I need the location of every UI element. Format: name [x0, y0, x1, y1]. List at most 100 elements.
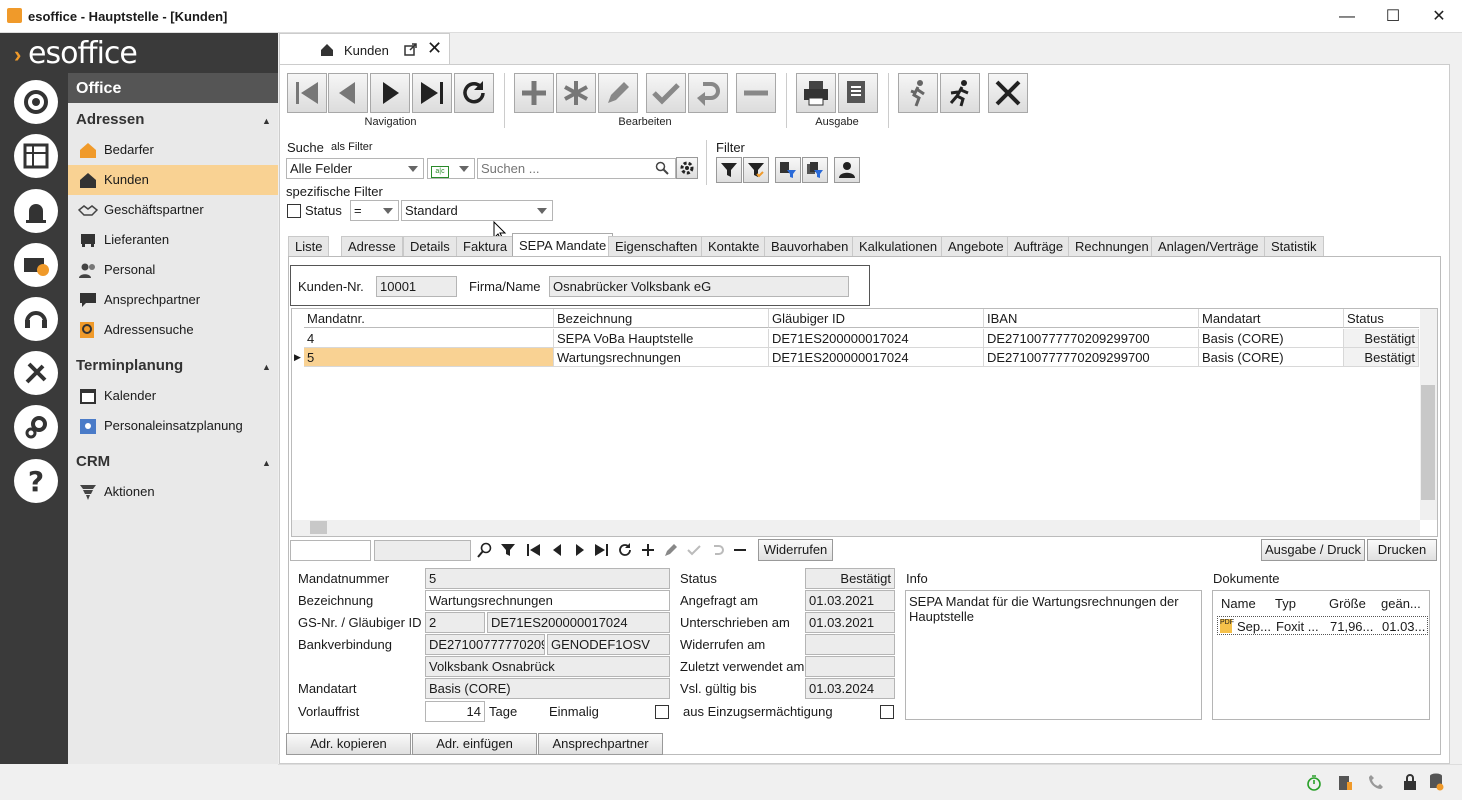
adr-einfuegen-button[interactable]: Adr. einfügen [412, 733, 537, 755]
doc-column-typ[interactable]: Typ [1275, 596, 1296, 611]
finance-module-icon[interactable] [14, 243, 58, 287]
tab-eigenschaften[interactable]: Eigenschaften [608, 236, 705, 256]
previous-icon[interactable] [550, 542, 564, 558]
copy-record-button[interactable] [556, 73, 596, 113]
einzug-checkbox[interactable] [880, 705, 894, 719]
search-icon[interactable] [655, 161, 669, 175]
previous-record-button[interactable] [328, 73, 368, 113]
column-header-mandatart[interactable]: Mandatart [1199, 309, 1344, 328]
bic-field[interactable]: GENODEF1OSV [547, 634, 670, 655]
tab-statistik[interactable]: Statistik [1264, 236, 1324, 256]
cell-status[interactable]: Bestätigt [1344, 348, 1419, 367]
cell-mandatart[interactable]: Basis (CORE) [1199, 329, 1344, 348]
zuletzt-field[interactable] [805, 656, 895, 677]
tab-bauvorhaben[interactable]: Bauvorhaben [764, 236, 856, 256]
cell-mandatnr[interactable]: 4 [304, 329, 554, 348]
adr-kopieren-button[interactable]: Adr. kopieren [286, 733, 411, 755]
nav-item-ansprechpartner[interactable]: Ansprechpartner [68, 285, 278, 315]
pencil-icon[interactable] [663, 542, 679, 558]
maximize-button[interactable]: ☐ [1370, 0, 1416, 33]
ansprechpartner-button[interactable]: Ansprechpartner [538, 733, 663, 755]
filter-multi-button[interactable] [802, 157, 828, 183]
drucken-button[interactable]: Drucken [1367, 539, 1437, 561]
last-record-button[interactable] [412, 73, 452, 113]
status-filter-checkbox[interactable] [287, 204, 301, 218]
support-module-icon[interactable] [14, 297, 58, 341]
nav-section-terminplanung[interactable]: Terminplanung [76, 357, 183, 374]
filter-check-button[interactable] [743, 157, 769, 183]
help-module-icon[interactable]: ? [14, 459, 58, 503]
minus-icon[interactable] [732, 542, 748, 558]
as-filter-link[interactable]: als Filter [331, 141, 373, 153]
vorlauffrist-field[interactable]: 14 [425, 701, 485, 722]
nav-item-geschaeftspartner[interactable]: Geschäftspartner [68, 195, 278, 225]
popout-icon[interactable] [404, 43, 417, 56]
walk-button[interactable] [898, 73, 938, 113]
operator-select[interactable]: = [350, 200, 399, 221]
tab-kontakte[interactable]: Kontakte [701, 236, 767, 256]
bankname-field[interactable]: Volksbank Osnabrück [425, 656, 670, 677]
tab-auftraege[interactable]: Aufträge [1007, 236, 1071, 256]
add-button[interactable] [514, 73, 554, 113]
grid-filter-input-2[interactable] [374, 540, 471, 561]
minimize-button[interactable]: — [1324, 0, 1370, 33]
widerrufen-field[interactable] [805, 634, 895, 655]
database-icon[interactable] [1428, 773, 1444, 791]
horizontal-scroll-thumb[interactable] [310, 521, 327, 534]
iban-field[interactable]: DE27100777770209 [425, 634, 545, 655]
nav-item-personal[interactable]: Personal [68, 255, 278, 285]
gueltig-field[interactable]: 01.03.2024 [805, 678, 895, 699]
status-field[interactable]: Bestätigt [805, 568, 895, 589]
save-button[interactable] [646, 73, 686, 113]
phone-icon[interactable] [1368, 774, 1384, 790]
alarm-module-icon[interactable] [14, 189, 58, 233]
column-header-bezeichnung[interactable]: Bezeichnung [554, 309, 769, 328]
unterschrieben-field[interactable]: 01.03.2021 [805, 612, 895, 633]
planning-module-icon[interactable] [14, 134, 58, 178]
column-header-mandatnr[interactable]: Mandatnr. [304, 309, 554, 328]
check-icon[interactable] [686, 542, 702, 558]
nav-item-aktionen[interactable]: Aktionen [68, 477, 278, 507]
column-header-status[interactable]: Status [1344, 309, 1419, 328]
info-textarea[interactable]: SEPA Mandat für die Wartungsrechnungen d… [905, 590, 1202, 720]
nav-item-bedarfer[interactable]: Bedarfer [68, 135, 278, 165]
filter-fields-button[interactable] [775, 157, 801, 183]
edit-button[interactable] [598, 73, 638, 113]
first-icon[interactable] [526, 542, 541, 558]
cell-iban[interactable]: DE27100777770209299700 [984, 329, 1199, 348]
tools-module-icon[interactable] [14, 351, 58, 395]
column-header-glaeubiger[interactable]: Gläubiger ID [769, 309, 984, 328]
lock-icon[interactable] [1403, 774, 1417, 790]
search-field-select[interactable]: Alle Felder [286, 158, 424, 179]
refresh-icon[interactable] [617, 542, 633, 558]
first-record-button[interactable] [287, 73, 327, 113]
column-header-iban[interactable]: IBAN [984, 309, 1199, 328]
cell-glaeubiger[interactable]: DE71ES200000017024 [769, 329, 984, 348]
status-value-select[interactable]: Standard [401, 200, 553, 221]
collapse-arrow-icon[interactable]: ▲ [262, 362, 271, 372]
bezeichnung-field[interactable]: Wartungsrechnungen [425, 590, 670, 611]
nav-section-crm[interactable]: CRM [76, 453, 110, 470]
delete-button[interactable] [736, 73, 776, 113]
filter-button[interactable] [716, 157, 742, 183]
search-settings-button[interactable] [676, 157, 698, 179]
last-icon[interactable] [594, 542, 609, 558]
settings-module-icon[interactable] [14, 405, 58, 449]
undo-icon[interactable] [709, 542, 725, 558]
tab-liste[interactable]: Liste [288, 236, 330, 256]
vertical-scroll-thumb[interactable] [1421, 385, 1435, 500]
close-window-button[interactable]: ✕ [1416, 0, 1462, 33]
collapse-arrow-icon[interactable]: ▲ [262, 458, 271, 468]
building-icon[interactable] [1336, 773, 1354, 791]
next-record-button[interactable] [370, 73, 410, 113]
tab-adresse[interactable]: Adresse [341, 236, 403, 256]
tab-details[interactable]: Details [403, 236, 457, 256]
doc-column-geaendert[interactable]: geän... [1381, 596, 1421, 611]
gs-nr-field[interactable]: 2 [425, 612, 485, 633]
nav-section-adressen[interactable]: Adressen [76, 111, 144, 128]
nav-item-personaleinsatzplanung[interactable]: Personaleinsatzplanung [68, 411, 278, 441]
refresh-button[interactable] [454, 73, 494, 113]
grid-filter-input[interactable] [290, 540, 371, 561]
tab-anlagen-vertraege[interactable]: Anlagen/Verträge [1151, 236, 1266, 256]
search-mode-select[interactable]: a|c [427, 158, 475, 179]
